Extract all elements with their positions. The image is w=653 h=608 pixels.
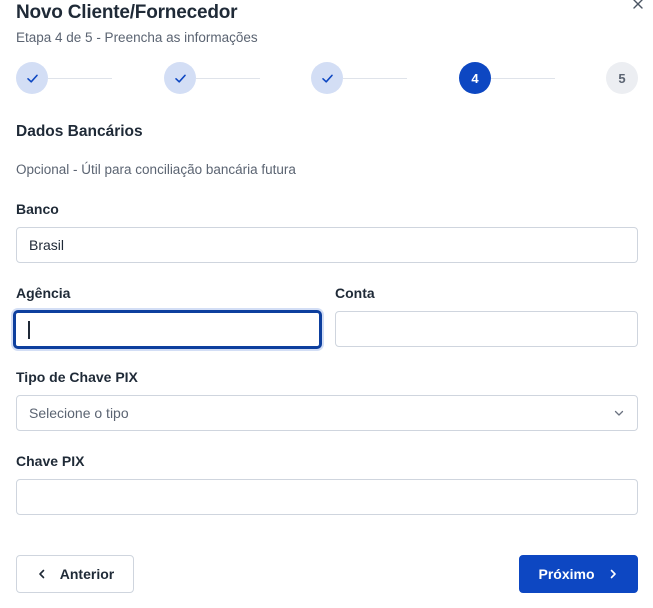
section-description: Opcional - Útil para conciliação bancári… — [16, 162, 296, 177]
chevron-down-icon — [614, 410, 624, 416]
next-button-label: Próximo — [538, 566, 595, 582]
tipo-pix-placeholder: Selecione o tipo — [29, 405, 129, 421]
dialog-subtitle: Etapa 4 de 5 - Preencha as informações — [16, 30, 258, 45]
check-icon — [174, 74, 186, 83]
previous-button[interactable]: Anterior — [16, 555, 134, 593]
banco-input[interactable] — [16, 227, 638, 263]
step-5: 5 — [606, 62, 638, 94]
step-4: 4 — [459, 62, 491, 94]
previous-button-label: Anterior — [59, 566, 115, 582]
agencia-label: Agência — [16, 285, 71, 301]
check-icon — [321, 74, 333, 83]
step-connector — [48, 77, 112, 79]
next-button[interactable]: Próximo — [519, 555, 638, 593]
chevron-left-icon — [38, 569, 45, 579]
agencia-input[interactable] — [14, 311, 321, 348]
dialog-title: Novo Cliente/Fornecedor — [16, 2, 238, 23]
step-2 — [164, 62, 196, 94]
chave-pix-input[interactable] — [16, 479, 638, 515]
section-title: Dados Bancários — [16, 123, 143, 140]
check-icon — [26, 74, 38, 83]
conta-label: Conta — [335, 285, 375, 301]
banco-label: Banco — [16, 201, 59, 217]
tipo-pix-label: Tipo de Chave PIX — [16, 369, 138, 385]
step-connector — [196, 77, 260, 79]
step-1 — [16, 62, 48, 94]
step-connector — [491, 77, 555, 79]
stepper: 4 5 — [16, 62, 638, 96]
chave-pix-label: Chave PIX — [16, 453, 85, 469]
conta-input[interactable] — [335, 311, 638, 347]
step-connector — [343, 77, 407, 79]
text-caret — [28, 321, 30, 339]
chevron-right-icon — [610, 569, 616, 579]
tipo-pix-select[interactable]: Selecione o tipo — [16, 395, 638, 431]
close-icon[interactable] — [631, 0, 645, 11]
step-3 — [311, 62, 343, 94]
